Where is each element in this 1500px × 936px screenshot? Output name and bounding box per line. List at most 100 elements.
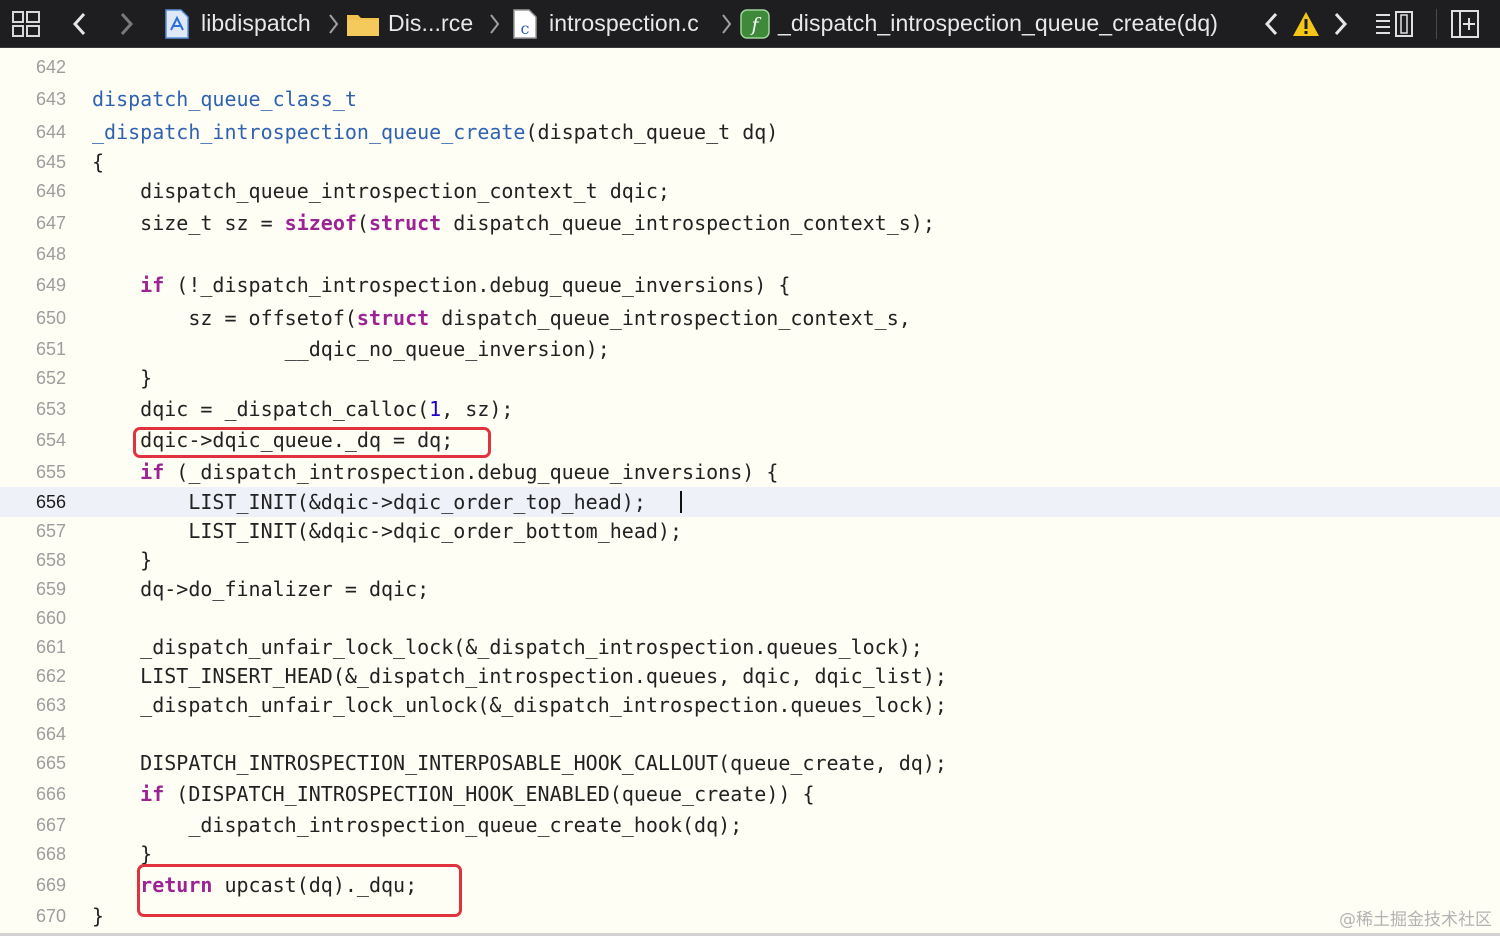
line-number: 664 [35, 724, 66, 744]
line-number: 667 [35, 815, 66, 835]
line-number: 649 [35, 275, 66, 295]
related-items-icon[interactable] [10, 0, 42, 47]
code-line-current[interactable]: 656 LIST_INIT(&dqic->dqic_order_top_head… [0, 487, 1500, 517]
line-number: 644 [35, 122, 66, 142]
breadcrumb-separator-icon [327, 0, 339, 47]
toolbar-divider [1436, 0, 1437, 47]
code-text: if (DISPATCH_INTROSPECTION_HOOK_ENABLED(… [140, 782, 815, 806]
code-text: size_t sz = sizeof(struct dispatch_queue… [92, 211, 935, 235]
line-number: 663 [35, 695, 66, 715]
line-number: 652 [35, 368, 66, 388]
code-text: dispatch_queue_class_t [92, 87, 357, 111]
add-editor-icon[interactable] [1450, 0, 1480, 47]
code-text: _dispatch_introspection_queue_create(dis… [92, 120, 779, 144]
code-line[interactable]: 664 [0, 719, 1500, 749]
breadcrumb-separator-icon [488, 0, 500, 47]
code-line[interactable]: 663 _dispatch_unfair_lock_unlock(&_dispa… [0, 690, 1500, 720]
breadcrumb-symbol[interactable]: _dispatch_introspection_queue_create(dq) [778, 0, 1218, 47]
code-line[interactable]: 660 [0, 603, 1500, 633]
code-line[interactable]: 646 dispatch_queue_introspection_context… [0, 176, 1500, 206]
code-line[interactable]: 648 [0, 239, 1500, 269]
code-text: { [92, 150, 105, 174]
line-number: 670 [35, 906, 66, 926]
breadcrumb-folder[interactable]: Dis...rce [388, 0, 473, 47]
code-text: dqic = _dispatch_calloc(1, sz); [92, 397, 514, 421]
code-line[interactable]: 662 LIST_INSERT_HEAD(&_dispatch_introspe… [0, 661, 1500, 691]
breadcrumb-file[interactable]: introspection.c [549, 0, 699, 47]
code-line[interactable]: 667 _dispatch_introspection_queue_create… [0, 810, 1500, 840]
code-line[interactable]: 647 size_t sz = sizeof(struct dispatch_q… [0, 208, 1500, 238]
code-line[interactable]: 642 [0, 52, 1500, 82]
code-text: if (!_dispatch_introspection.debug_queue… [140, 273, 791, 297]
code-line[interactable]: 645 { [0, 147, 1500, 177]
next-issue-chevron-right-icon[interactable] [1330, 0, 1350, 47]
code-text: __dqic_no_queue_inversion); [92, 337, 610, 361]
code-text: dq->do_finalizer = dqic; [92, 577, 430, 601]
code-text: _dispatch_unfair_lock_lock(&_dispatch_in… [92, 635, 923, 659]
line-number: 651 [35, 339, 66, 359]
forward-chevron-right-icon[interactable] [116, 0, 136, 47]
line-number: 657 [35, 521, 66, 541]
code-line[interactable]: 651 __dqic_no_queue_inversion); [0, 334, 1500, 364]
folder-icon [346, 0, 380, 47]
line-number: 661 [35, 637, 66, 657]
code-line[interactable]: 666 if (DISPATCH_INTROSPECTION_HOOK_ENAB… [0, 779, 1500, 809]
line-number: 650 [35, 308, 66, 328]
code-text: LIST_INIT(&dqic->dqic_order_bottom_head)… [92, 519, 683, 543]
breadcrumb-project[interactable]: libdispatch [201, 0, 311, 47]
annotation-box-line-654 [133, 427, 491, 458]
warning-icon[interactable] [1292, 0, 1320, 47]
code-line[interactable]: 652 } [0, 363, 1500, 393]
function-icon: f [740, 0, 770, 47]
line-number: 648 [35, 244, 66, 264]
line-number: 668 [35, 844, 66, 864]
code-line[interactable]: 659 dq->do_finalizer = dqic; [0, 574, 1500, 604]
code-line[interactable]: 665 DISPATCH_INTROSPECTION_INTERPOSABLE_… [0, 748, 1500, 778]
editor-options-icon[interactable] [1374, 0, 1416, 47]
line-number: 647 [35, 213, 66, 233]
previous-issue-chevron-left-icon[interactable] [1262, 0, 1282, 47]
text-cursor [680, 491, 682, 513]
code-text: LIST_INIT(&dqic->dqic_order_top_head); [92, 490, 646, 514]
code-line[interactable]: 658 } [0, 545, 1500, 575]
jump-bar: libdispatch Dis...rce c introspection.c … [0, 0, 1500, 48]
back-chevron-left-icon[interactable] [70, 0, 90, 47]
breadcrumb-separator-icon [720, 0, 732, 47]
svg-text:c: c [521, 19, 530, 38]
code-line[interactable]: 655 if (_dispatch_introspection.debug_qu… [0, 457, 1500, 487]
line-number: 666 [35, 784, 66, 804]
xcode-project-icon [164, 0, 190, 47]
code-text: LIST_INSERT_HEAD(&_dispatch_introspectio… [92, 664, 947, 688]
annotation-box-line-669 [137, 864, 462, 917]
line-number: 642 [35, 57, 66, 77]
code-text: } [92, 548, 153, 572]
code-line[interactable]: 649 if (!_dispatch_introspection.debug_q… [0, 270, 1500, 300]
code-text: DISPATCH_INTROSPECTION_INTERPOSABLE_HOOK… [92, 751, 947, 775]
line-number: 660 [35, 608, 66, 628]
code-text: _dispatch_introspection_queue_create_hoo… [92, 813, 743, 837]
code-text: } [92, 366, 153, 390]
code-text: sz = offsetof(struct dispatch_queue_intr… [92, 306, 911, 330]
code-line[interactable]: 644 _dispatch_introspection_queue_create… [0, 117, 1500, 147]
code-line[interactable]: 657 LIST_INIT(&dqic->dqic_order_bottom_h… [0, 516, 1500, 546]
line-number: 658 [35, 550, 66, 570]
line-number: 645 [35, 152, 66, 172]
line-number: 646 [35, 181, 66, 201]
line-number: 659 [35, 579, 66, 599]
line-number: 643 [35, 89, 66, 109]
code-text: } [92, 904, 105, 928]
line-number: 655 [35, 462, 66, 482]
source-editor[interactable]: 642 643 dispatch_queue_class_t 644 _disp… [0, 48, 1500, 936]
code-line[interactable]: 650 sz = offsetof(struct dispatch_queue_… [0, 303, 1500, 333]
c-file-icon: c [512, 0, 538, 47]
code-line[interactable]: 643 dispatch_queue_class_t [0, 84, 1500, 114]
code-text: if (_dispatch_introspection.debug_queue_… [140, 460, 779, 484]
code-line[interactable]: 661 _dispatch_unfair_lock_lock(&_dispatc… [0, 632, 1500, 662]
code-line[interactable]: 653 dqic = _dispatch_calloc(1, sz); [0, 394, 1500, 424]
watermark: @稀土掘金技术社区 [1339, 910, 1492, 930]
code-text: dispatch_queue_introspection_context_t d… [92, 179, 670, 203]
line-number: 656 [35, 492, 66, 512]
code-text: _dispatch_unfair_lock_unlock(&_dispatch_… [92, 693, 947, 717]
line-number: 669 [35, 875, 66, 895]
line-number: 653 [35, 399, 66, 419]
